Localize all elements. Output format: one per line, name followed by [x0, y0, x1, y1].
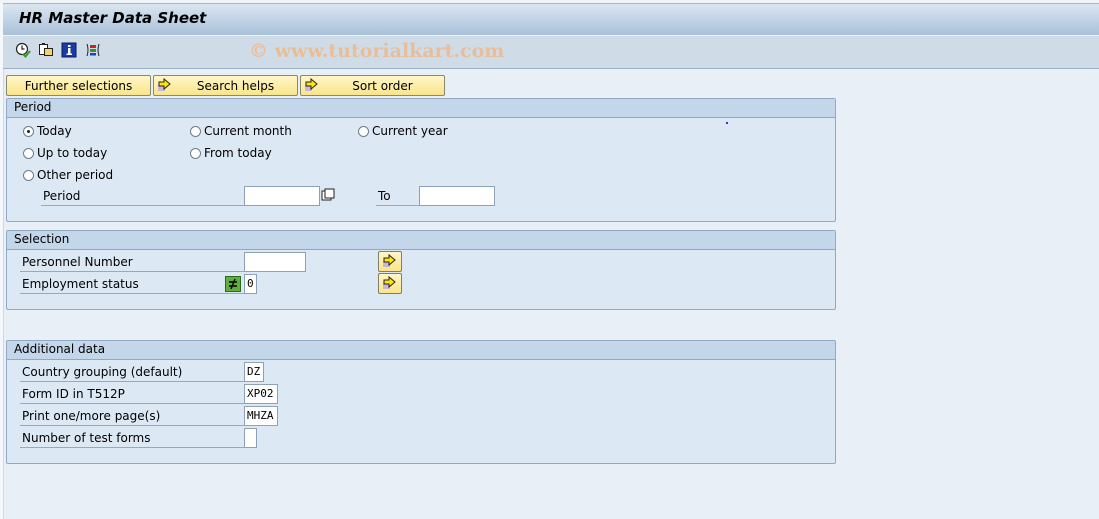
radio-current-month[interactable]: Current month [190, 124, 292, 138]
artifact-dot [726, 122, 728, 124]
page-title: HR Master Data Sheet [19, 9, 207, 27]
radio-selected-icon [23, 125, 34, 137]
test-forms-label: Number of test forms [20, 429, 244, 448]
period-to-label: To [376, 187, 419, 206]
application-toolbar: © www.tutorialkart.com [3, 35, 1099, 69]
selection-options-icon[interactable] [84, 41, 102, 59]
arrow-right-icon [383, 275, 397, 293]
country-grouping-label: Country grouping (default) [20, 363, 244, 382]
personnel-number-label: Personnel Number [20, 253, 244, 272]
execute-icon[interactable] [14, 41, 32, 59]
arrow-right-icon [305, 77, 319, 95]
window-frame-left [0, 3, 4, 519]
radio-unselected-icon [190, 125, 201, 137]
country-grouping-input[interactable]: DZ [244, 362, 264, 382]
sort-order-label: Sort order [352, 78, 413, 93]
arrow-right-icon [158, 77, 172, 95]
radio-today[interactable]: Today [23, 124, 72, 138]
radio-current-year-label: Current year [372, 124, 448, 138]
radio-from-today-label: From today [204, 146, 272, 160]
radio-from-today[interactable]: From today [190, 146, 272, 160]
additional-data-group-header: Additional data [7, 341, 835, 360]
employment-status-multiple-selection-button[interactable] [378, 273, 402, 294]
search-helps-button[interactable]: Search helps [153, 75, 298, 96]
selection-group-header: Selection [7, 231, 835, 250]
radio-other-period-label: Other period [37, 168, 114, 182]
not-equal-option-icon[interactable] [225, 276, 241, 292]
search-helps-label: Search helps [196, 78, 275, 93]
period-group-header: Period [7, 99, 835, 118]
period-from-input[interactable] [244, 186, 320, 206]
radio-up-to-today-label: Up to today [37, 146, 108, 160]
employment-status-label: Employment status [20, 275, 244, 294]
print-pages-label: Print one/more page(s) [20, 407, 244, 426]
radio-unselected-icon [23, 169, 34, 181]
radio-current-month-label: Current month [204, 124, 292, 138]
calendar-popup-icon[interactable] [321, 188, 337, 204]
radio-unselected-icon [358, 125, 369, 137]
sort-order-button[interactable]: Sort order [300, 75, 445, 96]
further-selections-button[interactable]: Further selections [6, 75, 151, 96]
form-id-label: Form ID in T512P [20, 385, 244, 404]
radio-unselected-icon [190, 147, 201, 159]
title-bar: HR Master Data Sheet [3, 3, 1099, 35]
period-to-input[interactable] [419, 186, 495, 206]
radio-up-to-today[interactable]: Up to today [23, 146, 107, 160]
radio-current-year[interactable]: Current year [358, 124, 448, 138]
period-label: Period [41, 187, 244, 206]
personnel-number-multiple-selection-button[interactable] [378, 251, 402, 272]
program-info-icon[interactable] [60, 41, 78, 59]
form-id-input[interactable]: XP02 [244, 384, 278, 404]
get-variant-icon[interactable] [37, 41, 55, 59]
radio-other-period[interactable]: Other period [23, 168, 113, 182]
employment-status-input[interactable]: 0 [244, 274, 257, 294]
personnel-number-input[interactable] [244, 252, 306, 272]
test-forms-input[interactable] [244, 428, 257, 448]
arrow-right-icon [383, 253, 397, 271]
print-pages-input[interactable]: MHZA [244, 406, 278, 426]
further-selections-label: Further selections [24, 78, 133, 93]
watermark-text: © www.tutorialkart.com [249, 40, 505, 62]
radio-today-label: Today [37, 124, 72, 138]
radio-unselected-icon [23, 147, 34, 159]
